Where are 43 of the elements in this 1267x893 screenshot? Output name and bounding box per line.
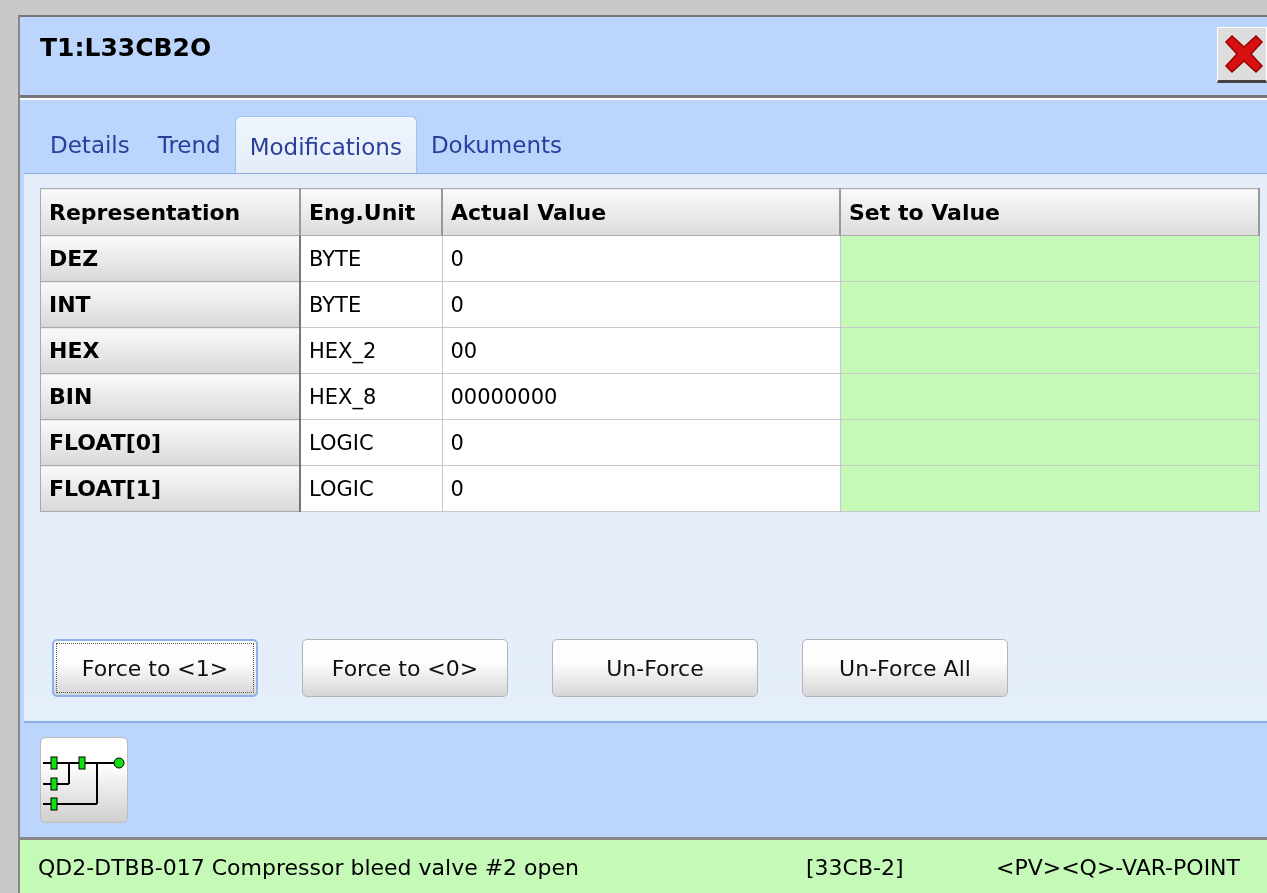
row-header: FLOAT[1] <box>40 465 300 512</box>
input-field[interactable] <box>840 281 1259 328</box>
row-header: FLOAT[0] <box>40 419 300 466</box>
table-cell: 0 <box>442 419 840 466</box>
input-field[interactable] <box>840 235 1259 282</box>
force-button[interactable]: Force to <0> <box>302 639 508 697</box>
table-cell: HEX_8 <box>300 373 442 420</box>
table-cell: LOGIC <box>300 465 442 512</box>
row-header: INT <box>40 281 300 328</box>
window-title: T1:L33CB2O <box>40 33 212 62</box>
table-cell: 0 <box>442 281 840 328</box>
status-point-type: <PV><Q>-VAR-POINT <box>996 855 1241 880</box>
tab[interactable]: Modifications <box>234 116 417 174</box>
input-field[interactable] <box>840 327 1259 374</box>
input-field[interactable] <box>840 373 1259 420</box>
table-cell: 0 <box>442 235 840 282</box>
row-header: BIN <box>40 373 300 420</box>
input-field[interactable] <box>840 419 1259 466</box>
status-tag: [33CB-2] <box>806 855 996 880</box>
tab[interactable]: Details <box>36 115 144 173</box>
column-header: Eng.Unit <box>300 188 442 236</box>
tab[interactable]: Dokuments <box>416 115 576 173</box>
status-description: QD2-DTBB-017 Compressor bleed valve #2 open <box>38 855 580 880</box>
row-header: DEZ <box>40 235 300 282</box>
force-button[interactable]: Un-Force All <box>802 639 1008 697</box>
force-button[interactable]: Force to <1> <box>52 639 258 697</box>
table-cell: 00000000 <box>442 373 840 420</box>
column-header: Actual Value <box>442 188 840 236</box>
column-header: Representation <box>40 188 300 236</box>
close-icon <box>1222 34 1266 74</box>
table-cell: 0 <box>442 465 840 512</box>
table-cell: BYTE <box>300 235 442 282</box>
table-cell: 00 <box>442 327 840 374</box>
table-cell: BYTE <box>300 281 442 328</box>
input-field[interactable] <box>840 465 1259 512</box>
row-header: HEX <box>40 327 300 374</box>
tab[interactable]: Trend <box>143 115 235 173</box>
table-cell: LOGIC <box>300 419 442 466</box>
close-button[interactable] <box>1217 27 1267 83</box>
ladder-diagram-button[interactable] <box>40 737 128 823</box>
column-header: Set to Value <box>840 188 1259 236</box>
table-cell: HEX_2 <box>300 327 442 374</box>
force-button[interactable]: Un-Force <box>552 639 758 697</box>
